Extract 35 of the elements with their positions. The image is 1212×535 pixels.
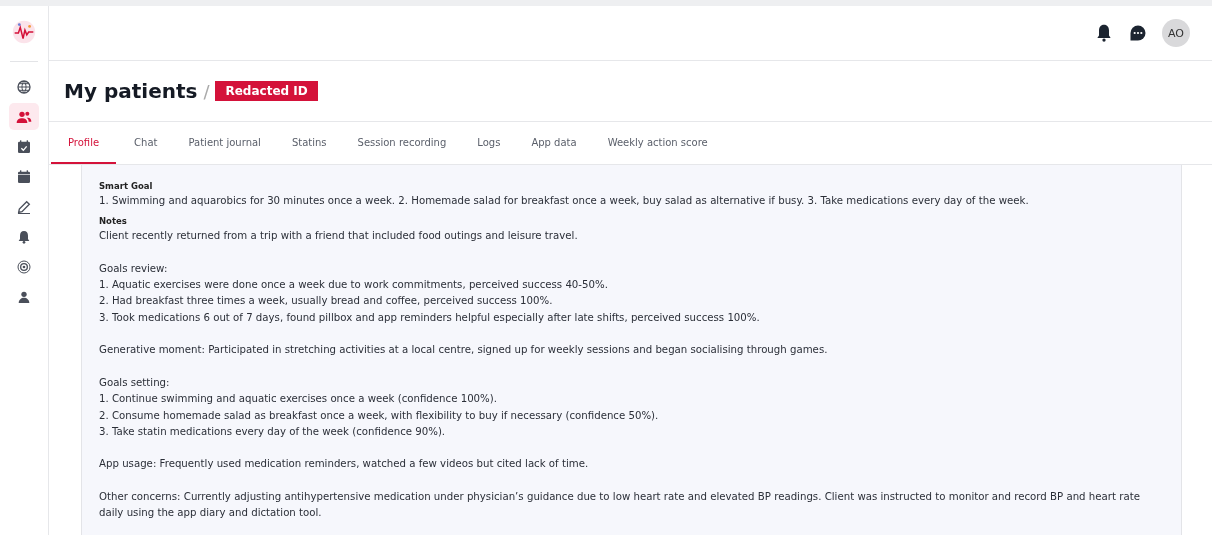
user-avatar[interactable]: AO [1162,19,1190,47]
section-label: Smart Goal [99,180,154,193]
note-line: Client recently returned from a trip with a friend that included food outings and leisure travel. [99,229,579,244]
tab[interactable]: Patient journal [175,122,274,164]
note-line: 1. Continue swimming and aquatic exercises once a week (confidence 100%). [99,392,498,407]
note-line: Other concerns: Currently adjusting antihypertensive medication under physician’s guidance due to low heart rate and elevated BP readings. Client was instructed to monitor and record BP and heart rate daily using the app diary and dictation tool. [99,490,1141,521]
checked-calendar-icon [16,138,32,155]
note-line: Goals setting: [99,375,171,390]
note-line: Generative moment: Participated in stretching activities at a local centre, signed up for weekly sessions and began socialising through games. [99,343,829,358]
tab[interactable]: App data [518,122,590,164]
tab[interactable]: Chat [121,122,171,164]
chat-icon[interactable] [1128,23,1148,43]
globe-icon [16,78,32,95]
tab[interactable]: Statins [278,122,340,164]
breadcrumb-separator: / [203,80,210,102]
note-line: Goals review: [99,261,169,276]
note-line: 3. Took medications 6 out of 7 days, found pillbox and app reminders helpful especially after late shifts, perceived success 100%. [99,310,761,325]
calendar-icon [16,168,32,185]
tab[interactable]: Session recording [344,122,460,164]
note-line: 3. Take statin medications every day of the week (confidence 90%). [99,424,447,439]
page-title: My patients [64,79,198,103]
pencil-icon [16,198,32,215]
smart-goal-text: 1. Swimming and aquarobics for 30 minutes once a week. 2. Homemade salad for breakfast once a week, buy salad as alternative if busy. 3. Take medications every day of the week. [99,194,1030,208]
patient-id-badge: Redacted ID [215,81,318,101]
section-label: Notes [99,215,128,229]
sidebar-item[interactable] [9,103,39,130]
tab[interactable]: Logs [464,122,514,164]
tab[interactable]: Weekly action score [594,122,721,164]
logo-icon [10,18,38,46]
target-icon [16,258,32,275]
note-line: 2. Consume homemade salad as breakfast once a week, with flexibility to buy if necessary (confidence 50%). [99,408,660,423]
note-line: 1. Aquatic exercises were done once a week due to work commitments, perceived success 40-50%. [99,278,609,293]
note-line: 2. Had breakfast three times a week, usually bread and coffee, perceived success 100%. [99,294,554,309]
note-line: App usage: Frequently used medication reminders, watched a few videos but cited lack of time. [99,457,590,472]
bell-icon [16,228,32,245]
